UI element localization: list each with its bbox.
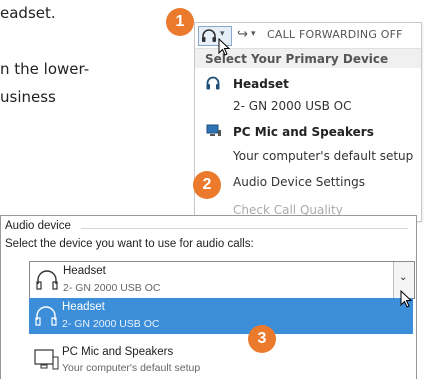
option-detail: Your computer's default setup [62,362,201,374]
option-detail: 2- GN 2000 USB OC [62,318,160,330]
step-badge: 3 [248,325,276,353]
section-label: Audio device [5,220,71,232]
menu-item-label: Headset [233,77,289,91]
menu-item-label: Your computer's default setup [233,149,414,163]
chevron-down-icon: ⌄ [399,272,408,283]
mouse-pointer-icon [400,290,412,308]
headset-icon [34,268,60,297]
mouse-pointer-icon [218,38,230,56]
dropdown-selected-detail: 2- GN 2000 USB OC [63,282,161,294]
document-text-line: usiness [0,88,56,106]
call-forwarding-status[interactable]: CALL FORWARDING OFF [267,28,403,41]
menu-item-detail: 2- GN 2000 USB OC [195,99,421,117]
pc-speakers-icon [33,348,59,377]
menu-item-detail: Your computer's default setup [195,149,421,167]
dropdown-selected-name: Headset [63,265,106,277]
audio-device-dialog: Audio device Select the device you want … [0,215,417,379]
audio-device-dropdown[interactable]: Headset 2- GN 2000 USB OC ⌄ [29,261,415,299]
menu-item-label: PC Mic and Speakers [233,125,374,139]
option-name: Headset [62,301,105,313]
headset-icon [205,75,221,94]
instruction-text: Select the device you want to use for au… [5,238,254,250]
step-badge: 2 [193,171,221,199]
menu-item-label: 2- GN 2000 USB OC [233,99,352,113]
step-badge: 1 [166,8,194,36]
section-divider [81,228,408,229]
dropdown-option-pc-speakers[interactable]: PC Mic and Speakers Your computer's defa… [29,342,413,378]
headset-icon [33,304,59,333]
document-text-line: eadset. [0,4,56,22]
menu-item-pc-speakers[interactable]: PC Mic and Speakers [195,123,421,143]
menu-item-headset[interactable]: Headset [195,75,421,95]
menu-item-label: Audio Device Settings [233,175,365,189]
pc-speakers-icon [205,124,221,141]
option-name: PC Mic and Speakers [62,346,174,358]
headset-icon [202,29,216,42]
document-text-line: n the lower- [0,60,90,78]
call-forward-icon[interactable]: ↪ [237,27,248,42]
menu-item-audio-device-settings[interactable]: Audio Device Settings [195,175,421,193]
dropdown-option-headset[interactable]: Headset 2- GN 2000 USB OC [29,298,413,334]
chevron-down-icon[interactable]: ▾ [251,29,256,39]
